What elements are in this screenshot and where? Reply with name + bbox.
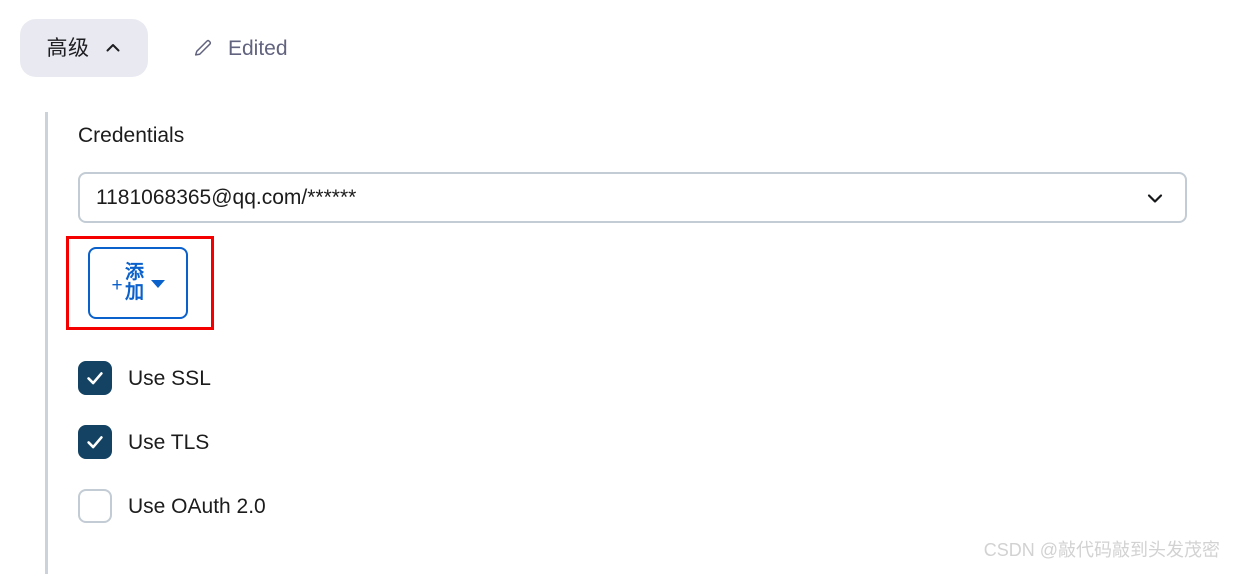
edited-label: Edited <box>228 36 288 60</box>
checkbox-row-use-tls[interactable]: Use TLS <box>78 425 209 459</box>
checkbox-label-use-ssl: Use SSL <box>128 366 211 390</box>
checkbox-label-use-oauth: Use OAuth 2.0 <box>128 494 266 518</box>
watermark-text: CSDN @敲代码敲到头发茂密 <box>983 540 1220 560</box>
credentials-section-title: Credentials <box>78 124 185 147</box>
plus-icon: + <box>111 274 123 296</box>
checkbox-use-ssl[interactable] <box>78 361 112 395</box>
credentials-selected-value: 1181068365@qq.com/****** <box>96 186 357 209</box>
checkbox-label-use-tls: Use TLS <box>128 430 210 454</box>
pencil-icon <box>192 37 214 59</box>
checkbox-use-tls[interactable] <box>78 425 112 459</box>
edited-status: Edited <box>192 37 288 59</box>
caret-down-icon[interactable] <box>150 280 165 288</box>
add-credential-button[interactable]: + 添加 <box>88 247 188 319</box>
advanced-section-toggle[interactable]: 高级 <box>20 19 148 77</box>
add-credential-label: 添加 <box>125 262 145 303</box>
checkbox-row-use-oauth[interactable]: Use OAuth 2.0 <box>78 489 266 523</box>
chevron-up-icon <box>104 39 122 57</box>
checkbox-row-use-ssl[interactable]: Use SSL <box>78 361 211 395</box>
checkbox-use-oauth[interactable] <box>78 489 112 523</box>
credentials-select[interactable]: 1181068365@qq.com/****** <box>78 172 1187 223</box>
header-bar: 高级 Edited <box>0 0 1236 96</box>
chevron-down-icon[interactable] <box>1143 186 1167 210</box>
section-divider-rule <box>45 112 48 574</box>
advanced-section-label: 高级 <box>46 36 90 60</box>
